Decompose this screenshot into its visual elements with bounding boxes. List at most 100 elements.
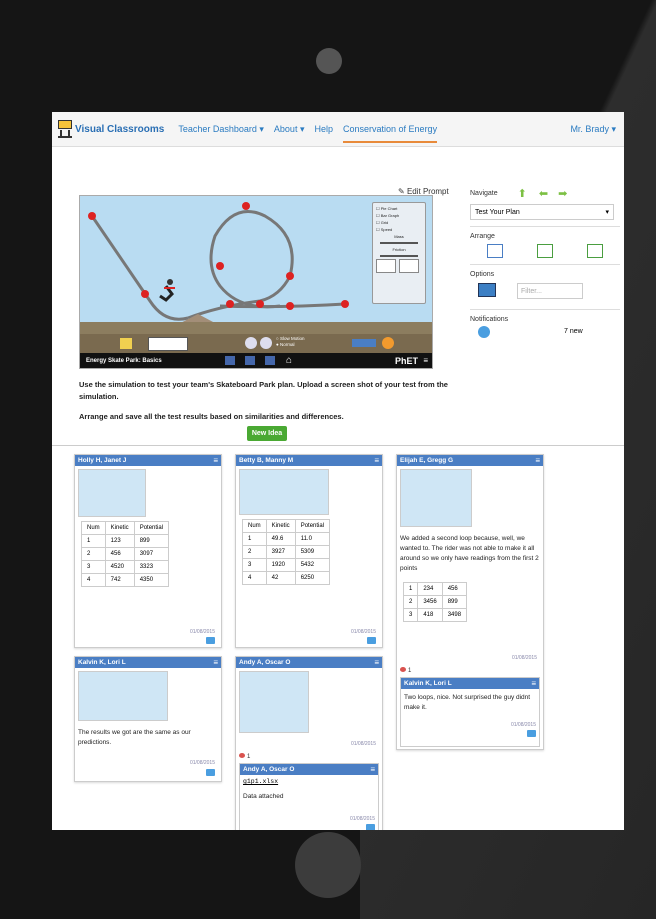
arrange-list-icon[interactable]	[487, 244, 503, 258]
card-header: Kalvin K, Lori L ≡	[75, 657, 221, 668]
monitor-icon[interactable]	[478, 283, 496, 297]
divider	[470, 264, 620, 265]
menu-icon[interactable]: ≡	[423, 356, 428, 365]
menu-icon[interactable]: ≡	[374, 457, 379, 465]
data-table: 1 234 456 2 3456 899 3 418 3498	[402, 582, 468, 622]
reply-card[interactable]: Kalvin K, Lori L ≡ Two loops, nice. Not s…	[400, 677, 540, 747]
menu-icon[interactable]: ≡	[213, 457, 218, 465]
eraser-icon[interactable]	[120, 338, 132, 349]
table-cell: 4350	[133, 573, 170, 587]
screenshot-thumbnail[interactable]	[78, 671, 168, 721]
idea-card[interactable]: Andy A, Oscar O ≡ 01/08/2015 1 Andy A, Os…	[235, 656, 383, 830]
simulation[interactable]: ☐ Pie Chart ☐ Bar Graph ☐ Grid ☐ Speed M…	[79, 195, 433, 369]
brand[interactable]: Visual Classrooms	[75, 124, 164, 135]
notifications-count[interactable]: 7 new	[564, 328, 583, 335]
reset-button[interactable]	[352, 339, 376, 347]
idea-card[interactable]: Holly H, Janet J ≡ Num Kinetic Potential 11…	[74, 454, 222, 648]
home-button[interactable]	[295, 832, 361, 898]
navbar: Visual Classrooms Teacher Dashboard ▾ Ab…	[52, 112, 624, 147]
table-row: 1 234 456	[402, 582, 468, 596]
nav-about[interactable]: About ▾	[274, 124, 305, 135]
table-cell: 456	[104, 547, 135, 561]
nav-conservation-of-energy[interactable]: Conservation of Energy	[343, 124, 438, 143]
arrow-up-icon[interactable]: ⬆	[518, 187, 527, 200]
screenshot-thumbnail[interactable]	[239, 671, 309, 733]
arrow-right-icon[interactable]: ➡	[558, 187, 567, 200]
logo-icon[interactable]	[58, 120, 72, 138]
menu-icon[interactable]: ≡	[370, 766, 375, 774]
table-cell: 3927	[265, 545, 296, 559]
speed-option[interactable]: ☐ Speed	[376, 226, 422, 233]
comment-icon[interactable]	[527, 730, 536, 737]
caret-icon: ▾	[611, 123, 616, 134]
comment-icon[interactable]	[206, 637, 215, 644]
card-date: 01/08/2015	[350, 629, 376, 635]
friction-slider[interactable]: Friction	[376, 246, 422, 257]
reply-count[interactable]: 1	[239, 753, 250, 760]
table-cell: 4	[242, 571, 267, 585]
menu-icon[interactable]: ≡	[535, 457, 540, 465]
reply-card[interactable]: Andy A, Oscar O ≡ g1p1.xlsx Data attached…	[239, 763, 379, 830]
track-preset-2[interactable]	[399, 259, 419, 273]
table-cell: 2	[81, 547, 106, 561]
nav-help[interactable]: Help	[315, 124, 334, 134]
comment-icon[interactable]	[206, 769, 215, 776]
menu-icon[interactable]: ≡	[531, 680, 536, 688]
menu-icon[interactable]: ≡	[213, 659, 218, 667]
reload-icon[interactable]	[382, 337, 394, 349]
divider	[470, 226, 620, 227]
arrow-left-icon[interactable]: ⬅	[539, 187, 548, 200]
table-row: 2 456 3097	[81, 547, 170, 561]
arrange-free-icon[interactable]	[587, 244, 603, 258]
card-author: Andy A, Oscar O	[239, 659, 291, 666]
table-cell: 123	[104, 534, 135, 548]
step-icon[interactable]	[260, 337, 272, 349]
screenshot-thumbnail[interactable]	[239, 469, 329, 515]
caret-icon: ▾	[259, 123, 264, 134]
refresh-icon[interactable]	[478, 326, 490, 338]
table-header: Num	[242, 519, 267, 533]
home-icon[interactable]: ⌂	[286, 355, 292, 366]
table-header: Kinetic	[104, 521, 135, 535]
screen: Visual Classrooms Teacher Dashboard ▾ Ab…	[52, 112, 624, 830]
mass-slider[interactable]: Mass	[376, 233, 422, 244]
screenshot-thumbnail[interactable]	[78, 469, 146, 517]
notifications-row: Notifications 7 new	[470, 316, 620, 340]
filter-input[interactable]: Filter...	[517, 283, 583, 299]
idea-card[interactable]: Betty B, Manny M ≡ Num Kinetic Potential 14…	[235, 454, 383, 648]
arrange-grid-icon[interactable]	[537, 244, 553, 258]
reply-text: Two loops, nice. Not surprised the guy d…	[404, 694, 531, 711]
card-header: Holly H, Janet J ≡	[75, 455, 221, 466]
playground-tab-icon[interactable]	[265, 356, 275, 365]
track-piece-icon[interactable]	[148, 337, 188, 351]
track-preset-1[interactable]	[376, 259, 396, 273]
comment-icon[interactable]	[366, 824, 375, 830]
table-cell: 418	[417, 608, 443, 622]
table-header: Potential	[133, 521, 170, 535]
card-date: 01/08/2015	[511, 655, 537, 661]
comment-icon[interactable]	[367, 637, 376, 644]
new-idea-button[interactable]: New Idea	[247, 426, 287, 441]
attachment-link[interactable]: g1p1.xlsx	[240, 775, 378, 788]
reply-count[interactable]: 1	[400, 667, 411, 674]
notifications-label: Notifications	[470, 316, 509, 323]
intro-tab-icon[interactable]	[225, 356, 235, 365]
speed-radio[interactable]: ○ Slow Motion ● Normal	[276, 336, 304, 348]
pause-icon[interactable]	[245, 337, 257, 349]
bar-graph-option[interactable]: ☐ Bar Graph	[376, 212, 422, 219]
navigate-select[interactable]: Test Your Plan	[470, 204, 614, 221]
table-row: 1 49.6 11.0	[242, 532, 331, 546]
grid-option[interactable]: ☐ Grid	[376, 219, 422, 226]
table-cell: 5309	[294, 545, 331, 559]
screenshot-thumbnail[interactable]	[400, 469, 472, 527]
pie-chart-option[interactable]: ☐ Pie Chart	[376, 205, 422, 212]
menu-icon[interactable]: ≡	[374, 659, 379, 667]
table-cell: 4520	[104, 560, 135, 574]
idea-card[interactable]: Kalvin K, Lori L ≡ The results we got are…	[74, 656, 222, 782]
nav-label: Teacher Dashboard	[178, 123, 257, 134]
friction-tab-icon[interactable]	[245, 356, 255, 365]
idea-card[interactable]: Elijah E, Gregg G ≡ We added a second loo…	[396, 454, 544, 750]
user-menu[interactable]: Mr. Brady ▾	[570, 124, 616, 135]
table-cell: 3498	[441, 608, 468, 622]
nav-teacher-dashboard[interactable]: Teacher Dashboard ▾	[178, 124, 264, 135]
